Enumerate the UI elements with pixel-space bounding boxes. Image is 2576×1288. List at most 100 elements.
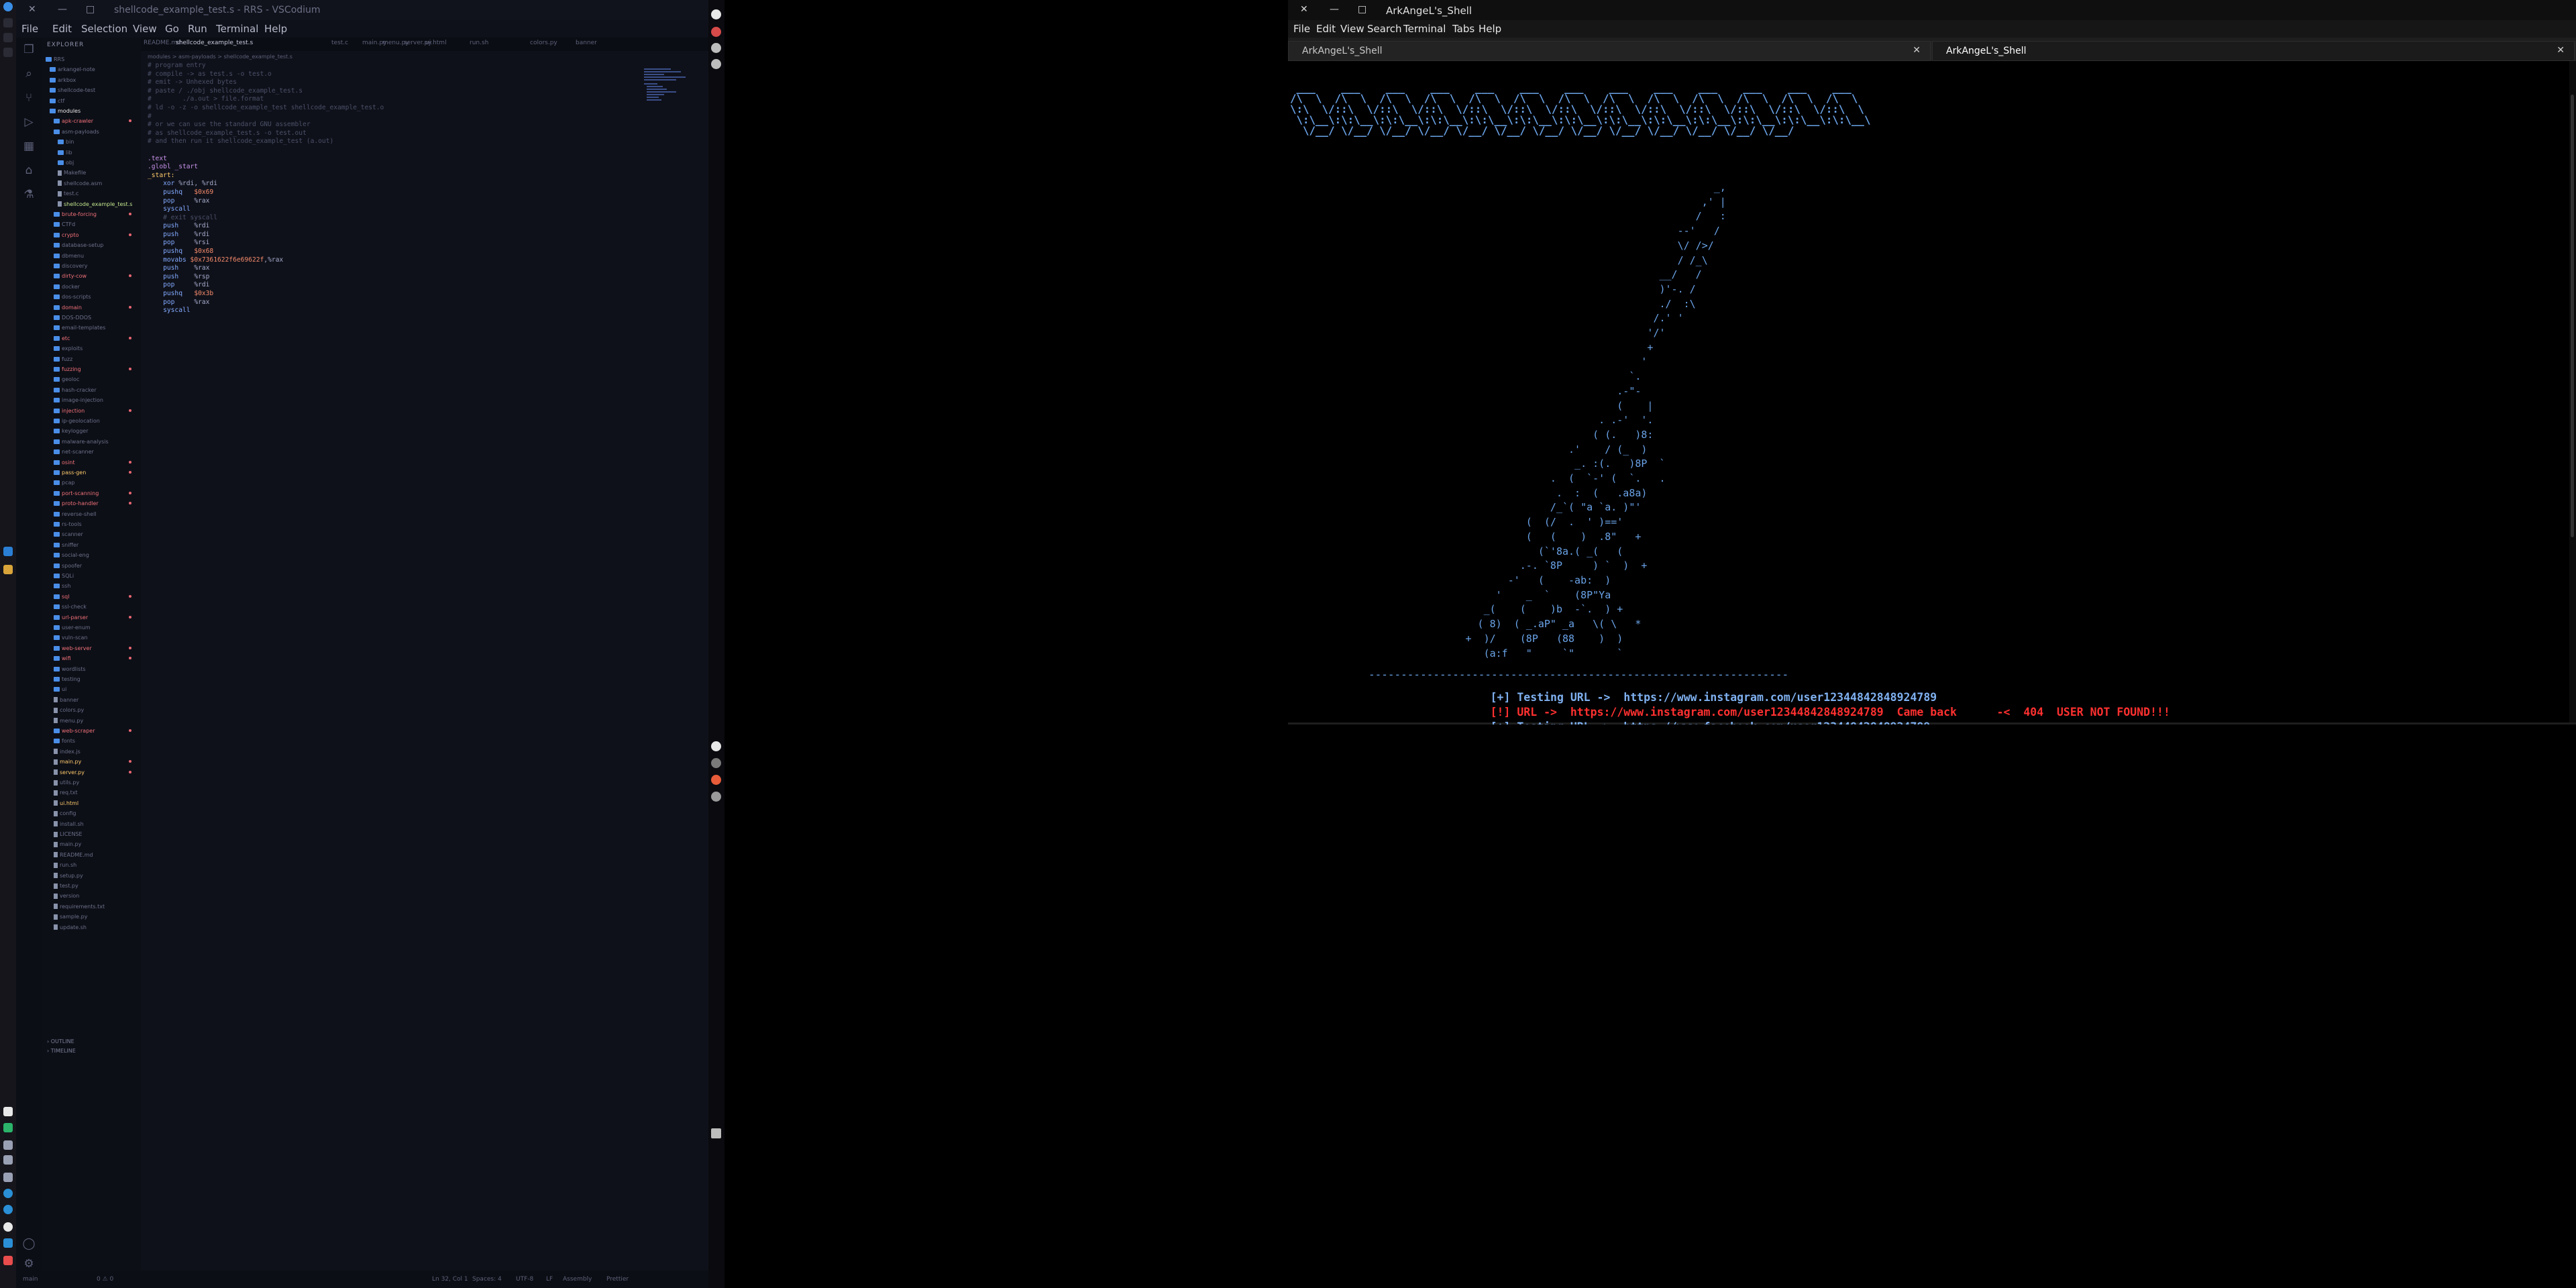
tree-folder[interactable]: scanner [54,530,136,539]
tree-folder[interactable]: exploits [54,344,136,353]
tree-folder[interactable]: geoloc [54,375,136,384]
menu-file[interactable]: File [21,23,38,35]
maximize-icon[interactable]: □ [86,4,95,15]
menu-help[interactable]: Help [1479,23,1501,35]
search-icon[interactable]: ⌕ [22,67,36,80]
tray-app-9-icon[interactable] [3,1238,13,1248]
tray-mid-4-icon[interactable] [711,792,721,802]
status-position[interactable]: Ln 32, Col 1 [432,1276,468,1283]
tree-folder[interactable]: DOS-DDOS [54,313,136,322]
tree-folder[interactable]: sniffer [54,541,136,549]
folder-app-icon[interactable] [3,565,13,574]
tree-folder[interactable]: ssl-check [54,602,136,611]
tree-folder[interactable]: bin [58,138,136,146]
tree-folder[interactable]: hash-cracker [54,386,136,394]
tree-folder[interactable]: net-scanner [54,447,136,456]
tree-file[interactable]: utils.py [54,778,136,787]
settings-gear-icon[interactable]: ⚙ [22,1257,36,1271]
tree-file[interactable]: run.sh [54,861,136,869]
tree-folder[interactable]: etc [54,334,136,343]
tree-folder[interactable]: rs-tools [54,520,136,529]
volume-icon[interactable] [711,43,721,53]
workspace-2-icon[interactable] [3,33,13,42]
tree-file[interactable]: install.sh [54,820,136,828]
tree-folder[interactable]: pcap [54,478,136,487]
testing-icon[interactable]: ⚗ [22,188,36,201]
workspace-1-icon[interactable] [3,18,13,28]
menu-tabs[interactable]: Tabs [1452,23,1474,35]
tree-file[interactable]: colors.py [54,706,136,714]
app-launcher-icon[interactable] [3,2,13,11]
keyboard-icon[interactable] [711,1128,721,1138]
editor-tab[interactable]: test.c [331,40,348,46]
tray-top-1-icon[interactable] [711,9,721,19]
network-icon[interactable] [711,59,721,69]
editor-tab[interactable]: banner [576,40,597,46]
terminal-tab-2[interactable]: ArkAngeL's_Shell ✕ [1932,41,2575,61]
tree-file[interactable]: server.py [54,768,136,777]
tree-folder[interactable]: wordlists [54,665,136,674]
close-tab-icon[interactable]: ✕ [1913,45,1921,56]
tree-folder[interactable]: brute-forcing [54,210,136,219]
tree-folder[interactable]: modules [50,107,136,115]
tree-file[interactable]: requirements.txt [54,902,136,911]
menu-view[interactable]: View [133,23,157,35]
tree-folder[interactable]: SQLi [54,572,136,580]
workspace-3-icon[interactable] [3,48,13,57]
menu-run[interactable]: Run [188,23,207,35]
extensions-icon[interactable]: ▦ [22,140,36,153]
terminal-output[interactable]: ___ ___ ___ ___ ___ ___ ___ ___ ___ ___ … [1288,61,2569,733]
tree-folder[interactable]: arkbox [50,76,136,85]
menu-edit[interactable]: Edit [52,23,72,35]
tree-folder[interactable]: dirty-cow [54,272,136,280]
breadcrumb[interactable]: modules > asm-payloads > shellcode_examp… [148,54,292,60]
close-icon[interactable]: ✕ [28,4,36,15]
tree-file[interactable]: shellcode_example_test.s [58,200,136,209]
python-icon[interactable] [3,547,13,556]
tree-folder[interactable]: ui [54,685,136,694]
tree-file[interactable]: index.js [54,747,136,756]
status-branch[interactable]: main [23,1276,38,1283]
tree-folder[interactable]: wifi [54,654,136,663]
tree-folder[interactable]: ssh [54,582,136,590]
tree-file[interactable]: main.py [54,757,136,766]
status-spaces[interactable]: Spaces: 4 [472,1276,502,1283]
tree-folder[interactable]: social-eng [54,551,136,559]
tree-folder[interactable]: RRS [46,55,136,64]
minimize-icon[interactable]: — [1330,4,1339,15]
tree-folder[interactable]: discovery [54,262,136,270]
tree-folder[interactable]: fuzz [54,355,136,364]
source-control-icon[interactable]: ⑂ [22,91,36,105]
status-prettier[interactable]: Prettier [606,1276,629,1283]
tree-folder[interactable]: email-templates [54,323,136,332]
remote-icon[interactable]: ⌂ [22,164,36,177]
tree-folder[interactable]: reverse-shell [54,510,136,519]
minimize-icon[interactable]: — [58,4,67,15]
editor-tab[interactable]: ui.html [425,40,447,46]
tree-folder[interactable]: ctf [50,97,136,105]
tree-file[interactable]: main.py [54,840,136,849]
tree-folder[interactable]: asm-payloads [54,127,136,136]
tree-file[interactable]: test.c [58,189,136,198]
tray-app-2-icon[interactable] [3,1123,13,1132]
tree-folder[interactable]: vuln-scan [54,633,136,642]
terminal-tab-1[interactable]: ArkAngeL's_Shell ✕ [1288,41,1931,61]
tree-folder[interactable]: obj [58,158,136,167]
menu-terminal[interactable]: Terminal [216,23,258,35]
tree-file[interactable]: sample.py [54,912,136,921]
menu-edit[interactable]: Edit [1316,23,1336,35]
tray-app-10-icon[interactable] [3,1256,13,1265]
tray-mid-2-icon[interactable] [711,758,721,768]
menu-terminal[interactable]: Terminal [1403,23,1446,35]
tree-folder[interactable]: fonts [54,737,136,745]
tree-folder[interactable]: injection [54,407,136,415]
tree-folder[interactable]: database-setup [54,241,136,250]
menu-go[interactable]: Go [165,23,179,35]
tray-app-5-icon[interactable] [3,1173,13,1182]
tree-folder[interactable]: CTFd [54,220,136,229]
tree-folder[interactable]: testing [54,675,136,684]
tree-folder[interactable]: pass-gen [54,468,136,477]
status-encoding[interactable]: UTF-8 [516,1276,533,1283]
tree-folder[interactable]: lib [58,148,136,157]
tree-file[interactable]: update.sh [54,923,136,932]
